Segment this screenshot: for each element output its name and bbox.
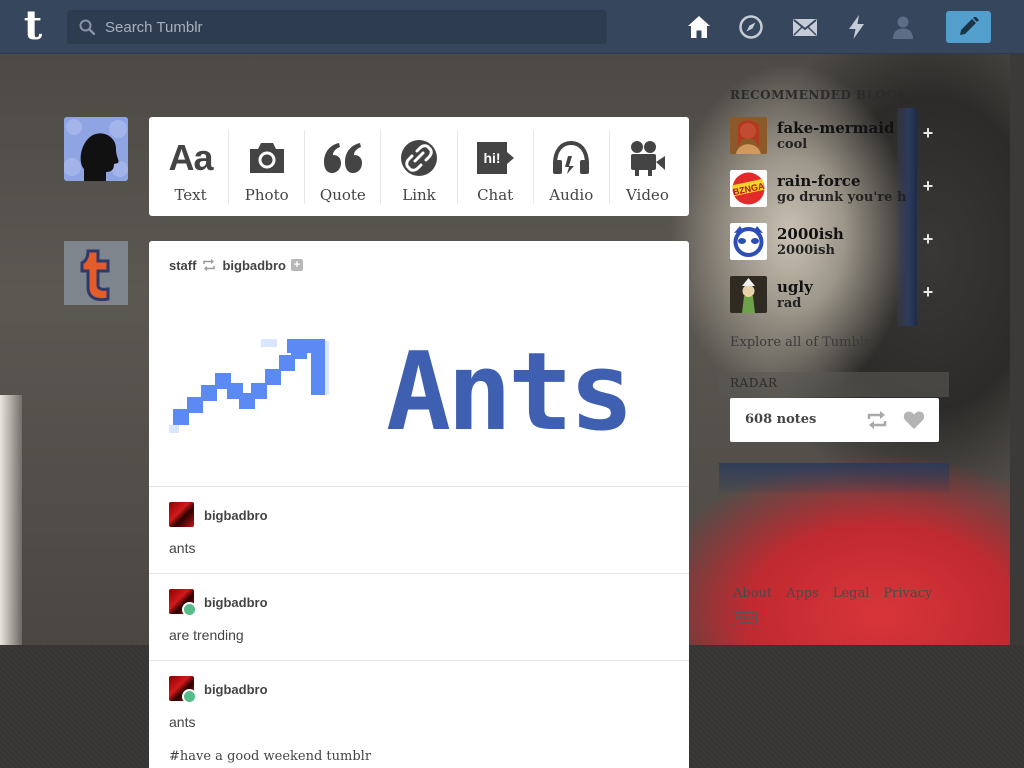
search-box[interactable] [67,10,607,44]
post-author[interactable]: staff [169,258,196,273]
post-type-quote[interactable]: Quote [305,129,382,204]
mail-icon[interactable] [792,14,818,40]
blog-name[interactable]: fake-mermaid [777,119,894,137]
post-type-label: Chat [477,185,514,204]
blog-title: rad [777,296,802,311]
post-type-label: Photo [244,185,289,204]
staff-avatar[interactable] [64,241,128,305]
reblog-badge-icon [182,689,197,704]
thread-text: are trending [169,627,244,643]
explore-link[interactable]: Explore all of Tumblr [730,335,870,350]
blog-name[interactable]: 2000ish [777,225,844,243]
silhouette-icon [64,117,128,181]
follow-plus-icon[interactable]: + [920,123,936,143]
post-type-label: Link [402,185,436,204]
follow-plus-icon[interactable]: + [920,282,936,302]
compass-icon[interactable] [738,14,764,40]
blog-title: cool [777,137,808,152]
search-icon [79,19,95,35]
blog-name[interactable]: ugly [777,278,813,296]
post-type-photo[interactable]: Photo [229,129,306,204]
reblog-badge-icon [182,602,197,617]
recommended-blog[interactable]: 2000ish 2000ish + [730,223,940,263]
thread-entry: bigbadbro are trending [149,573,689,660]
rain-force-avatar: BZNGA [730,170,767,207]
svg-text:Ants: Ants [386,331,630,455]
blog-title: 2000ish [777,243,835,258]
radar-card[interactable]: 608 notes [730,398,939,442]
follow-plus-icon[interactable]: + [920,229,936,249]
post-type-label: Video [625,185,669,204]
blog-name[interactable]: rain-force [777,172,861,190]
post-type-chat[interactable]: hi! Chat [458,129,534,204]
thread-username[interactable]: bigbadbro [204,508,268,523]
keyboard-shortcuts-icon[interactable] [733,612,757,626]
lightning-icon[interactable] [844,14,870,40]
post-header: staff bigbadbro + [169,256,303,274]
quote-icon [323,142,362,173]
post-type-audio[interactable]: Audio [534,129,610,204]
thread-text: ants [169,714,196,730]
user-avatar[interactable] [64,117,128,181]
reblogged-from[interactable]: bigbadbro [222,258,286,273]
top-navigation-bar: t [0,0,1024,54]
compose-button[interactable] [946,11,991,43]
2000ish-avatar [730,223,767,260]
thread-username[interactable]: bigbadbro [204,595,268,610]
heart-icon[interactable] [903,410,925,430]
pencil-icon [960,17,979,35]
post-image-ants[interactable]: Ants [169,331,669,481]
post-tags[interactable]: #have a good weekend tumblr [169,749,371,764]
headphones-icon [553,140,590,174]
video-camera-icon [631,140,666,176]
recommended-blog[interactable]: ugly rad + [730,276,940,316]
post-type-video[interactable]: Video [610,130,685,204]
reblog-icon[interactable] [866,411,888,429]
post-type-text[interactable]: Aa Text [153,129,230,204]
radar-notes-count[interactable]: 608 notes [745,412,816,427]
tumblr-logo[interactable]: t [16,6,50,48]
blog-title: go drunk you're h [777,190,907,205]
chat-bubble-icon: hi! [477,141,515,174]
staff-t-logo-icon [64,241,128,305]
home-icon[interactable] [686,14,712,40]
post-type-label: Quote [319,185,366,204]
thread-entry: bigbadbro ants [149,486,689,573]
dashboard-post: staff bigbadbro + Ants bigbadbro ants bi… [149,241,689,768]
recommended-blog[interactable]: fake-mermaid cool + [730,117,940,157]
footer-links: About Apps Legal Privacy [733,586,932,601]
account-icon[interactable] [890,14,916,40]
thread-username[interactable]: bigbadbro [204,682,268,697]
background-highlight [0,395,22,645]
post-type-label: Text [174,185,207,204]
post-type-bar: Aa Text Photo Quote Link hi! Chat Audio … [149,117,689,216]
follow-plus-icon[interactable]: + [920,176,936,196]
radar-shadow [719,463,949,493]
text-aa-icon: Aa [168,136,214,178]
bigbadbro-avatar[interactable] [169,502,194,527]
fake-mermaid-avatar [730,117,767,154]
footer-link-legal[interactable]: Legal [833,586,870,601]
recommended-blogs-title: RECOMMENDED BLOGS [730,88,907,102]
post-type-link[interactable]: Link [381,129,458,204]
footer-link-privacy[interactable]: Privacy [883,586,932,601]
search-input[interactable] [105,10,595,44]
radar-title: RADAR [719,372,949,397]
footer-link-apps[interactable]: Apps [786,586,819,601]
link-icon [400,139,437,176]
ugly-avatar [730,276,767,313]
thread-text: ants [169,540,196,556]
footer-link-about[interactable]: About [733,586,772,601]
reblog-icon [203,259,216,271]
recommended-blog[interactable]: BZNGA rain-force go drunk you're h + [730,170,940,210]
svg-text:hi!: hi! [484,150,501,166]
post-type-label: Audio [549,185,594,204]
follow-plus-icon[interactable]: + [291,259,303,271]
camera-icon [249,142,284,173]
